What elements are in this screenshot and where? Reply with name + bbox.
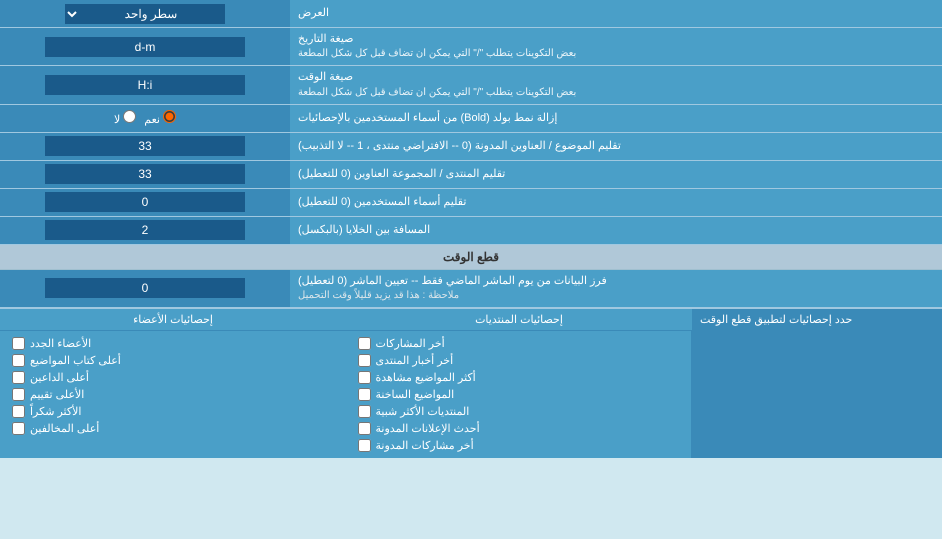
date-format-label: صيغة التاريخ بعض التكوينات يتطلب "/" الت… — [290, 28, 942, 65]
checkbox-new-members[interactable] — [12, 337, 25, 350]
checkbox-col1: أخر المشاركات أخر أخبار المنتدى أكثر الم… — [346, 331, 693, 458]
list-item: أخر المشاركات — [358, 335, 680, 352]
list-item: أعلى كتاب المواضيع — [12, 352, 334, 369]
forum-group-label: تقليم المنتدى / المجموعة العناوين (0 للت… — [290, 161, 942, 188]
user-names-input[interactable] — [45, 192, 245, 212]
display-row: العرض سطر واحد سطرين ثلاثة أسطر — [0, 0, 942, 28]
list-item: أعلى الداعين — [12, 369, 334, 386]
time-format-input[interactable] — [45, 75, 245, 95]
cell-space-row: المسافة بين الخلايا (بالبكسل) — [0, 217, 942, 245]
bold-no-label: لا — [114, 110, 136, 126]
user-names-label: تقليم أسماء المستخدمين (0 للتعطيل) — [290, 189, 942, 216]
forum-title-input-cell — [0, 133, 290, 160]
bold-remove-row: إزالة نمط بولد (Bold) من أسماء المستخدمي… — [0, 105, 942, 133]
checkbox-top-referrers[interactable] — [12, 371, 25, 384]
time-format-row: صيغة الوقت بعض التكوينات يتطلب "/" التي … — [0, 66, 942, 104]
forum-group-input-cell — [0, 161, 290, 188]
checkbox-hot-topics[interactable] — [358, 388, 371, 401]
list-item: أخر مشاركات المدونة — [358, 437, 680, 454]
forum-group-input[interactable] — [45, 164, 245, 184]
display-label: العرض — [290, 0, 942, 27]
checkbox-most-thanked[interactable] — [12, 405, 25, 418]
cell-space-label: المسافة بين الخلايا (بالبكسل) — [290, 217, 942, 244]
time-cut-input-cell — [0, 270, 290, 307]
time-section-header: قطع الوقت — [0, 245, 942, 270]
date-format-input[interactable] — [45, 37, 245, 57]
forum-title-row: تقليم الموضوع / العناوين المدونة (0 -- ا… — [0, 133, 942, 161]
checkbox-top-warned[interactable] — [12, 422, 25, 435]
checkbox-top-rated[interactable] — [12, 388, 25, 401]
list-item: الأعلى تقييم — [12, 386, 334, 403]
main-container: العرض سطر واحد سطرين ثلاثة أسطر صيغة الت… — [0, 0, 942, 458]
empty-left — [692, 331, 942, 458]
cell-space-input-cell — [0, 217, 290, 244]
checkbox-most-viewed[interactable] — [358, 371, 371, 384]
checkbox-forum-news[interactable] — [358, 354, 371, 367]
user-names-input-cell — [0, 189, 290, 216]
cell-space-input[interactable] — [45, 220, 245, 240]
checkbox-items-wrapper: أخر المشاركات أخر أخبار المنتدى أكثر الم… — [0, 331, 942, 458]
bold-yes-radio[interactable] — [163, 110, 176, 123]
bold-yes-label: نعم — [144, 110, 176, 126]
col1-header: إحصائيات المنتديات — [346, 309, 692, 330]
apply-label: حدد إحصائيات لتطبيق قطع الوقت — [692, 309, 942, 330]
list-item: الأعضاء الجدد — [12, 335, 334, 352]
checkbox-popular-forums[interactable] — [358, 405, 371, 418]
forum-title-input[interactable] — [45, 136, 245, 156]
checkboxes-section: حدد إحصائيات لتطبيق قطع الوقت إحصائيات ا… — [0, 308, 942, 458]
list-item: أعلى المخالفين — [12, 420, 334, 437]
time-cut-input[interactable] — [45, 278, 245, 298]
date-format-row: صيغة التاريخ بعض التكوينات يتطلب "/" الت… — [0, 28, 942, 66]
user-names-row: تقليم أسماء المستخدمين (0 للتعطيل) — [0, 189, 942, 217]
forum-title-label: تقليم الموضوع / العناوين المدونة (0 -- ا… — [290, 133, 942, 160]
time-format-label: صيغة الوقت بعض التكوينات يتطلب "/" التي … — [290, 66, 942, 103]
display-input-cell: سطر واحد سطرين ثلاثة أسطر — [0, 0, 290, 27]
display-dropdown[interactable]: سطر واحد سطرين ثلاثة أسطر — [65, 4, 225, 24]
time-format-input-cell — [0, 66, 290, 103]
bold-no-radio[interactable] — [123, 110, 136, 123]
list-item: الأكثر شكراً — [12, 403, 334, 420]
time-cut-label: فرز البيانات من يوم الماشر الماضي فقط --… — [290, 270, 942, 307]
time-cut-row: فرز البيانات من يوم الماشر الماضي فقط --… — [0, 270, 942, 308]
list-item: المنتديات الأكثر شبية — [358, 403, 680, 420]
list-item: أخر أخبار المنتدى — [358, 352, 680, 369]
list-item: أحدث الإعلانات المدونة — [358, 420, 680, 437]
col2-header: إحصائيات الأعضاء — [0, 309, 346, 330]
checkbox-col2: الأعضاء الجدد أعلى كتاب المواضيع أعلى ال… — [0, 331, 346, 458]
forum-group-row: تقليم المنتدى / المجموعة العناوين (0 للت… — [0, 161, 942, 189]
list-item: المواضيع الساخنة — [358, 386, 680, 403]
checkbox-blog-posts[interactable] — [358, 439, 371, 452]
bold-remove-label: إزالة نمط بولد (Bold) من أسماء المستخدمي… — [290, 105, 942, 132]
checkbox-last-posts[interactable] — [358, 337, 371, 350]
checkbox-top-posters[interactable] — [12, 354, 25, 367]
bold-remove-input-cell: نعم لا — [0, 105, 290, 132]
checkbox-header-row: حدد إحصائيات لتطبيق قطع الوقت إحصائيات ا… — [0, 309, 942, 331]
checkbox-latest-announcements[interactable] — [358, 422, 371, 435]
list-item: أكثر المواضيع مشاهدة — [358, 369, 680, 386]
date-format-input-cell — [0, 28, 290, 65]
